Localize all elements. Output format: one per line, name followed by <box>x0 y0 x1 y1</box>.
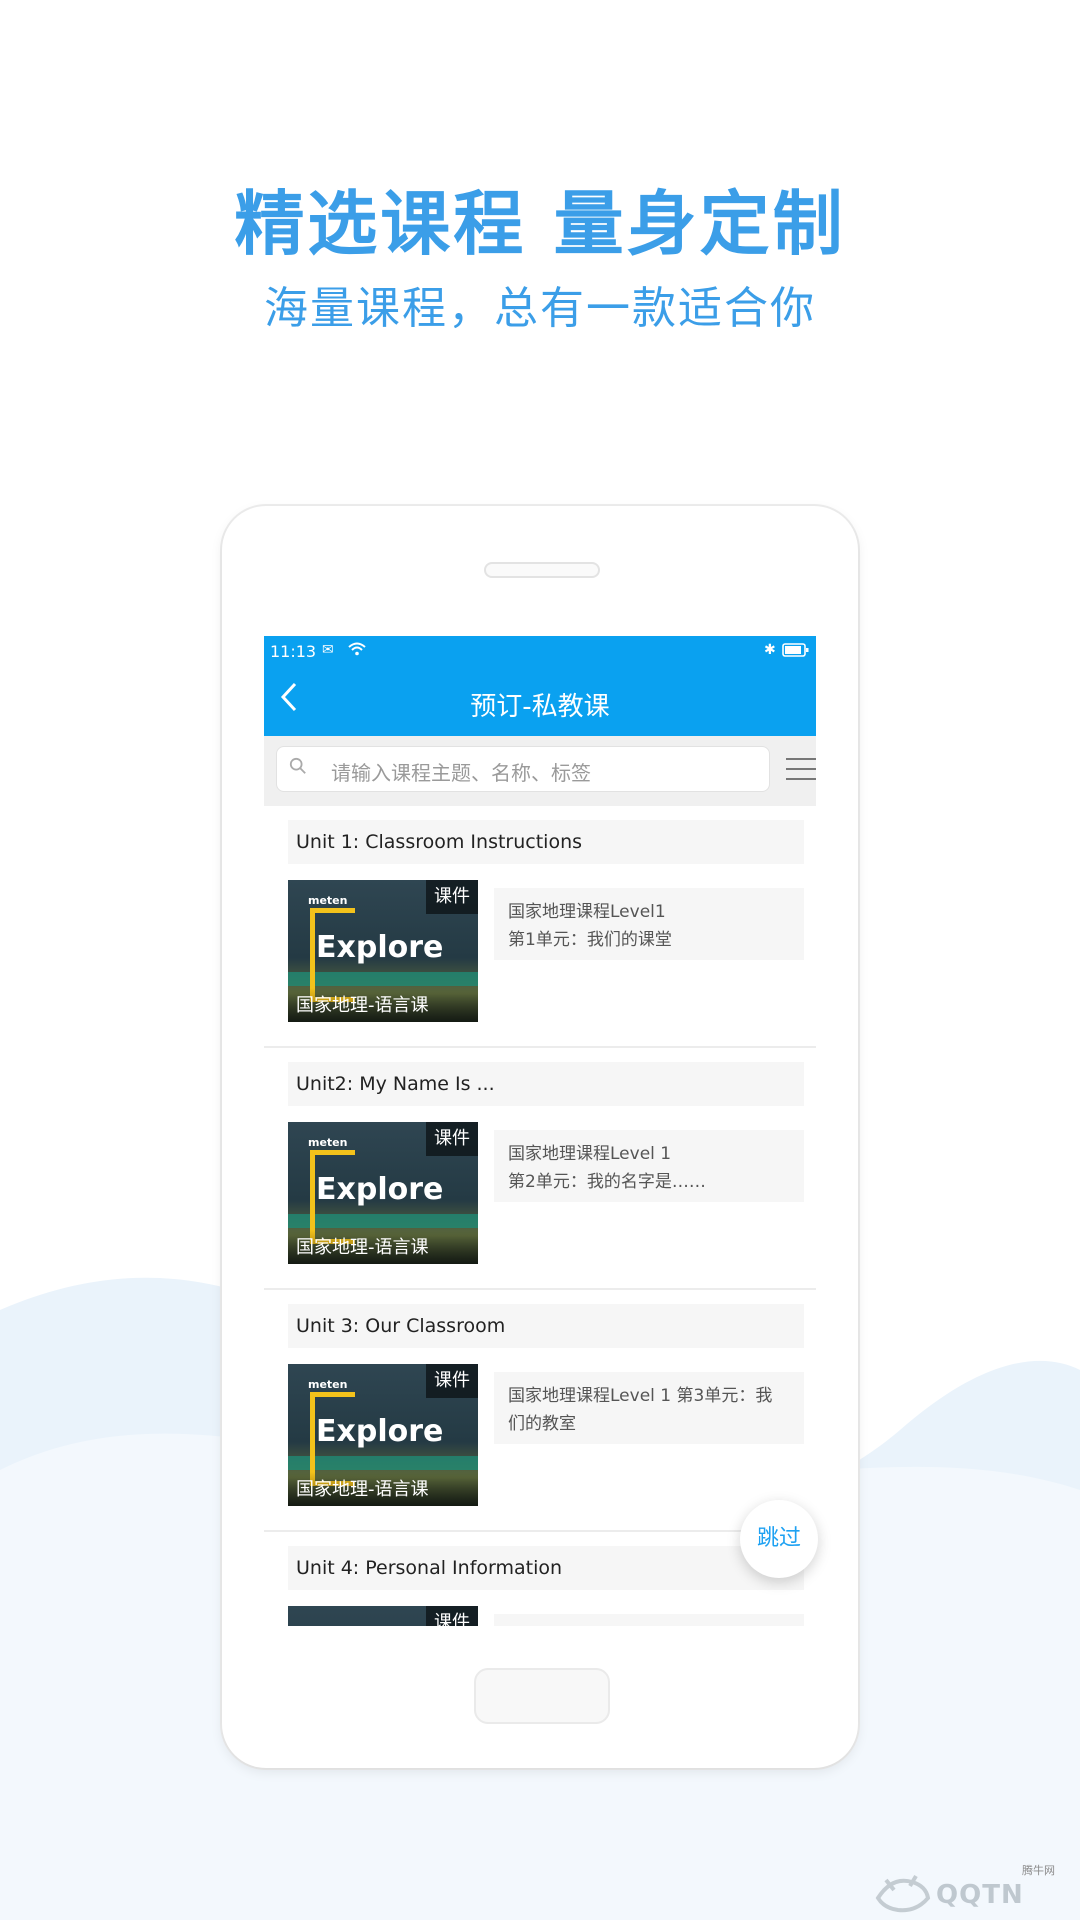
app-navbar: 预订-私教课 <box>264 668 816 736</box>
course-cover: meten Explore 课件 国家地理-语言课 <box>288 1364 478 1506</box>
cover-brand: meten <box>308 894 348 907</box>
desc-line: 国家地理课程Level 1 第3单元：我 <box>508 1386 773 1406</box>
watermark-text: QQTN <box>936 1880 1024 1910</box>
courseware-badge: 课件 <box>426 1364 478 1398</box>
course-card[interactable]: Unit 4: Personal Information 课件 <box>264 1532 816 1626</box>
battery-icon <box>782 642 810 662</box>
phone-speaker <box>484 562 600 578</box>
cover-brand: meten <box>308 1378 348 1391</box>
course-cover: meten Explore 课件 国家地理-语言课 <box>288 1122 478 1264</box>
watermark-subtext: 腾牛网 <box>1022 1864 1055 1877</box>
site-watermark: QQTN 腾牛网 <box>872 1864 1068 1914</box>
course-cover: 课件 <box>288 1606 478 1626</box>
course-title: Unit2: My Name Is ... <box>288 1062 804 1106</box>
promo-headline: 精选课程 量身定制 <box>234 183 846 265</box>
cover-title: Explore <box>316 1172 444 1207</box>
search-placeholder: 请输入课程主题、名称、标签 <box>331 761 591 785</box>
course-cover: meten Explore 课件 国家地理-语言课 <box>288 880 478 1022</box>
search-bar: 请输入课程主题、名称、标签 <box>264 736 816 804</box>
course-description: 国家地理课程Level1 第1单元：我们的课堂 <box>494 888 804 960</box>
desc-line: 第2单元：我的名字是…… <box>508 1172 706 1192</box>
course-title: Unit 3: Our Classroom <box>288 1304 804 1348</box>
cover-title: Explore <box>316 1414 444 1449</box>
status-bar: 11:13 ✉ ✱ <box>264 636 816 668</box>
course-description: 国家地理课程Level 1 第3单元：我 们的教室 <box>494 1372 804 1444</box>
status-time: 11:13 <box>270 642 317 661</box>
desc-line: 第1单元：我们的课堂 <box>508 930 672 950</box>
filter-menu-icon[interactable] <box>786 758 816 782</box>
phone-frame: 11:13 ✉ ✱ 预订-私教课 请输入课程主题、名称、标签 Unit 1: C… <box>222 506 858 1768</box>
phone-home-button <box>474 1668 610 1724</box>
course-list: Unit 1: Classroom Instructions meten Exp… <box>264 806 816 1626</box>
desc-line: 们的教室 <box>508 1414 576 1434</box>
cover-caption: 国家地理-语言课 <box>288 988 478 1022</box>
course-title: Unit 1: Classroom Instructions <box>288 820 804 864</box>
course-description: 国家地理课程Level 1 第2单元：我的名字是…… <box>494 1130 804 1202</box>
cover-title: Explore <box>316 930 444 965</box>
course-card[interactable]: Unit 3: Our Classroom meten Explore 课件 国… <box>264 1290 816 1532</box>
bull-logo-icon <box>875 1874 931 1913</box>
courseware-badge: 课件 <box>426 1606 478 1626</box>
search-input[interactable]: 请输入课程主题、名称、标签 <box>276 746 770 792</box>
skip-button[interactable]: 跳过 <box>740 1500 818 1578</box>
course-description <box>494 1614 804 1626</box>
search-icon <box>289 757 306 774</box>
desc-line: 国家地理课程Level1 <box>508 902 666 922</box>
courseware-badge: 课件 <box>426 1122 478 1156</box>
courseware-badge: 课件 <box>426 880 478 914</box>
wifi-icon <box>348 642 366 660</box>
cover-caption: 国家地理-语言课 <box>288 1472 478 1506</box>
course-card[interactable]: Unit 1: Classroom Instructions meten Exp… <box>264 806 816 1048</box>
course-card[interactable]: Unit2: My Name Is ... meten Explore 课件 国… <box>264 1048 816 1290</box>
course-title: Unit 4: Personal Information <box>288 1546 804 1590</box>
page-title: 预订-私教课 <box>470 692 610 722</box>
desc-line: 国家地理课程Level 1 <box>508 1144 672 1164</box>
mail-icon: ✉ <box>322 642 334 658</box>
app-screen: 11:13 ✉ ✱ 预订-私教课 请输入课程主题、名称、标签 Unit 1: C… <box>264 636 816 1626</box>
promo-subline: 海量课程，总有一款适合你 <box>264 283 816 334</box>
cover-brand: meten <box>308 1136 348 1149</box>
bluetooth-icon: ✱ <box>764 642 776 658</box>
cover-caption: 国家地理-语言课 <box>288 1230 478 1264</box>
